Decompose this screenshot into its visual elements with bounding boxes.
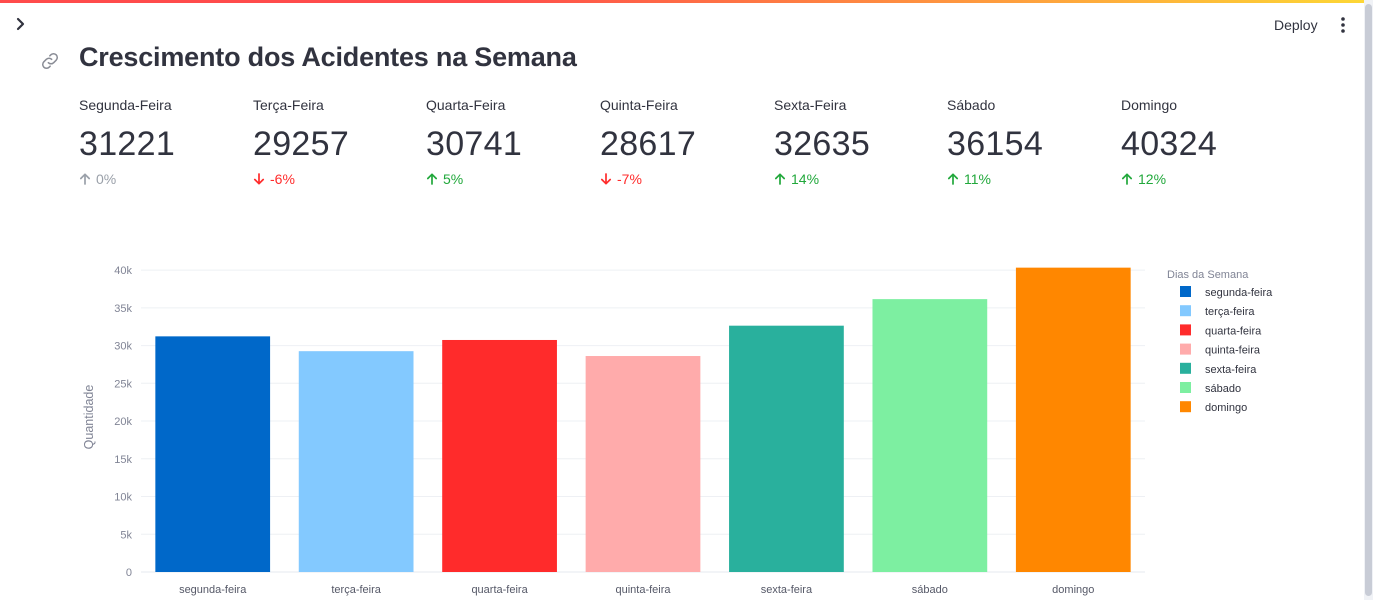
metric-delta: -7% — [600, 170, 770, 188]
legend-item-label[interactable]: terça-feira — [1205, 306, 1255, 318]
arrow-down-icon — [253, 173, 265, 185]
link-icon — [41, 52, 59, 70]
metric-card: Sexta-Feira 32635 14% — [774, 96, 944, 188]
y-tick-label: 30k — [114, 341, 132, 353]
metric-value: 40324 — [1121, 125, 1218, 163]
legend-item-label[interactable]: quinta-feira — [1205, 345, 1261, 357]
scrollbar-thumb[interactable] — [1365, 4, 1372, 596]
y-tick-label: 10k — [114, 492, 132, 504]
chart-bar[interactable] — [155, 336, 271, 572]
metric-label: Sábado — [947, 97, 996, 113]
main-menu-button[interactable] — [1333, 13, 1353, 37]
legend-item-label[interactable]: sexta-feira — [1205, 364, 1257, 376]
x-tick-label: quarta-feira — [471, 584, 528, 596]
metric-delta-value: 12% — [1138, 171, 1167, 187]
arrow-up-icon — [426, 173, 438, 185]
metric-delta: 12% — [1121, 170, 1291, 188]
legend-title: Dias da Semana — [1167, 269, 1249, 281]
x-tick-label: sábado — [912, 584, 948, 596]
y-tick-label: 40k — [114, 265, 132, 277]
legend-swatch[interactable] — [1180, 324, 1191, 336]
anchor-link-button[interactable] — [40, 51, 60, 71]
y-tick-label: 25k — [114, 378, 132, 390]
metric-delta: 5% — [426, 170, 596, 188]
metric-value: 28617 — [600, 125, 697, 163]
page-title: Crescimento dos Acidentes na Semana — [79, 42, 577, 72]
metric-card: Sábado 36154 11% — [947, 96, 1117, 188]
arrow-up-icon — [947, 173, 959, 185]
chart-bar[interactable] — [442, 339, 557, 572]
legend-swatch[interactable] — [1180, 362, 1191, 374]
deploy-button[interactable]: Deploy — [1262, 12, 1330, 38]
metric-label: Quinta-Feira — [600, 97, 678, 113]
x-tick-label: quinta-feira — [615, 584, 671, 596]
metric-delta-value: -6% — [270, 171, 295, 187]
arrow-down-icon — [600, 173, 612, 185]
metric-card: Quarta-Feira 30741 5% — [426, 96, 596, 188]
legend-item-label[interactable]: quarta-feira — [1205, 325, 1262, 337]
metric-card: Domingo 40324 12% — [1121, 96, 1291, 188]
metric-delta-value: 14% — [791, 171, 820, 187]
metric-delta-value: 5% — [443, 171, 464, 187]
legend-item-label[interactable]: sábado — [1205, 383, 1241, 395]
metric-card: Segunda-Feira 31221 0% — [79, 96, 249, 188]
x-tick-label: segunda-feira — [179, 584, 247, 596]
page-scrollbar[interactable] — [1364, 0, 1373, 600]
legend-swatch[interactable] — [1180, 401, 1191, 413]
chart-bar[interactable] — [585, 356, 701, 572]
legend-swatch[interactable] — [1180, 343, 1191, 355]
more-vertical-icon — [1341, 17, 1345, 33]
top-decoration-bar — [0, 0, 1373, 3]
legend-swatch[interactable] — [1180, 305, 1191, 317]
expand-sidebar-button[interactable] — [12, 13, 30, 35]
legend-item-label[interactable]: domingo — [1205, 402, 1247, 414]
metric-value: 36154 — [947, 125, 1044, 163]
metric-delta: 14% — [774, 170, 944, 188]
metric-delta: 11% — [947, 170, 1117, 188]
chart-bar[interactable] — [729, 325, 844, 572]
y-tick-label: 5k — [120, 529, 132, 541]
legend-item-label[interactable]: segunda-feira — [1205, 287, 1273, 299]
x-tick-label: terça-feira — [331, 584, 381, 596]
bar-chart[interactable]: 0 5k 10k 15k 20k 25k 30k 35k 40k Quantidade segund… — [0, 255, 1360, 600]
arrow-up-icon — [774, 173, 786, 185]
metric-value: 31221 — [79, 125, 176, 163]
metric-delta: -6% — [253, 170, 423, 188]
metric-value: 29257 — [253, 125, 350, 163]
y-tick-label: 0 — [126, 567, 132, 579]
arrow-up-icon — [79, 173, 91, 185]
y-tick-label: 35k — [114, 303, 132, 315]
y-tick-label: 15k — [114, 454, 132, 466]
y-axis-label: Quantidade — [82, 385, 96, 450]
chart-bar[interactable] — [1015, 267, 1131, 572]
legend-swatch[interactable] — [1180, 382, 1191, 393]
metric-label: Segunda-Feira — [79, 97, 172, 113]
metric-delta-value: 11% — [964, 171, 991, 187]
metric-value: 32635 — [774, 125, 871, 163]
metric-label: Domingo — [1121, 97, 1178, 113]
metric-delta-value: 0% — [96, 171, 117, 187]
chart-bar[interactable] — [872, 299, 988, 572]
arrow-up-icon — [1121, 173, 1133, 185]
metric-label: Terça-Feira — [253, 97, 324, 113]
metric-value: 30741 — [426, 125, 523, 163]
metric-delta-value: -7% — [617, 171, 642, 187]
metric-card: Terça-Feira 29257 -6% — [253, 96, 423, 188]
x-tick-label: sexta-feira — [761, 584, 813, 596]
x-tick-label: domingo — [1052, 584, 1094, 596]
metric-card: Quinta-Feira 28617 -7% — [600, 96, 770, 188]
metric-label: Quarta-Feira — [426, 97, 506, 113]
metric-delta: 0% — [79, 170, 249, 188]
metric-label: Sexta-Feira — [774, 97, 847, 113]
chevron-right-icon — [16, 17, 25, 31]
legend-swatch[interactable] — [1180, 286, 1191, 297]
y-tick-label: 20k — [114, 416, 132, 428]
chart-bar[interactable] — [298, 351, 414, 572]
